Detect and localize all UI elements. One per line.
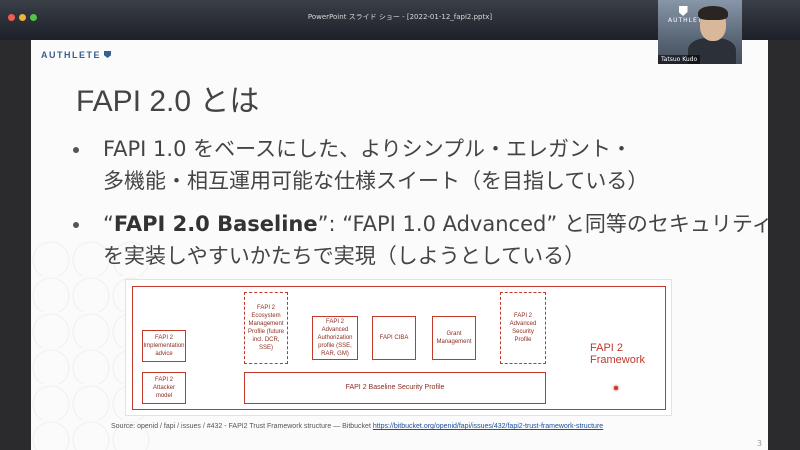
advanced-authorization-profile-box: FAPI 2 Advanced Authorization profile (S… xyxy=(312,316,358,360)
webcam-logo: AUTHLETE xyxy=(668,6,706,24)
bullet-1: FAPI 1.0 をベースにした、よりシンプル・エレガント・ 多機能・相互運用可… xyxy=(73,133,763,203)
webcam-video-tile: AUTHLETE Tatsuo Kudo xyxy=(658,0,742,64)
bullet-1-line-1: FAPI 1.0 をベースにした、よりシンプル・エレガント・ xyxy=(103,137,633,161)
participant-name-label: Tatsuo Kudo xyxy=(658,55,701,64)
slide: AUTHLETE FAPI 2.0 とは FAPI 1.0 をベースにした、より… xyxy=(31,40,768,450)
shield-icon xyxy=(678,6,688,16)
grant-management-box: Grant Management xyxy=(432,316,476,360)
bullet-2: “FAPI 2.0 Baseline”: “FAPI 1.0 Advanced”… xyxy=(73,208,768,278)
bullet-dot-icon xyxy=(73,147,79,153)
framework-label: FAPI 2 Framework xyxy=(590,342,646,366)
slide-title: FAPI 2.0 とは xyxy=(76,85,260,118)
open-quote: “ xyxy=(103,212,114,236)
source-link[interactable]: https://bitbucket.org/openid/fapi/issues… xyxy=(373,423,603,430)
bullet-dot-icon xyxy=(73,222,79,228)
bullet-2-line-2: を実装しやすいかたちで実現（しようとしている） xyxy=(103,244,586,268)
source-text: Source: openid / fapi / issues / #432 - … xyxy=(111,423,371,430)
source-citation: Source: openid / fapi / issues / #432 - … xyxy=(111,423,603,430)
attacker-model-box: FAPI 2 Attacker model xyxy=(142,372,186,404)
bullet-2-line-1: “FAPI 2.0 Baseline”: “FAPI 1.0 Advanced”… xyxy=(103,208,768,240)
fapi-ciba-box: FAPI CIBA xyxy=(372,316,416,360)
implementation-advice-box: FAPI 2 Implementation advice xyxy=(142,330,186,362)
shield-icon xyxy=(104,51,111,58)
advanced-security-profile-box: FAPI 2 Advanced Security Profile xyxy=(500,292,546,364)
page-number: 3 xyxy=(756,439,762,448)
fapi-baseline-bold: FAPI 2.0 Baseline xyxy=(113,212,318,236)
bullet-2-line-1-rest: ”: “FAPI 1.0 Advanced” と同等のセキュリティ xyxy=(317,212,768,236)
ecosystem-profile-box: FAPI 2 Ecosystem Management Profile (fut… xyxy=(244,292,288,364)
slide-brand-logo: AUTHLETE xyxy=(41,50,111,60)
fapi2-framework-diagram: FAPI 2 Implementation advice FAPI 2 Atta… xyxy=(125,279,672,416)
pointer-dot-icon xyxy=(614,386,618,390)
baseline-security-profile-box: FAPI 2 Baseline Security Profile xyxy=(244,372,546,404)
bullet-1-line-2: 多機能・相互運用可能な仕様スイート（を目指している） xyxy=(103,169,649,193)
brand-text: AUTHLETE xyxy=(41,50,101,60)
presenter-hair xyxy=(698,6,728,20)
